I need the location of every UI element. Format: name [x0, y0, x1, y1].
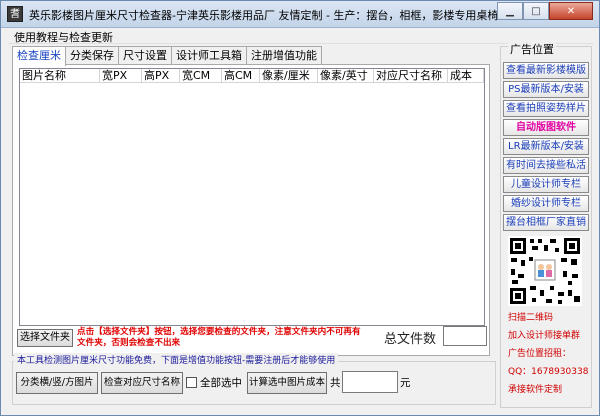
ad-info-custom-software: 承接软件定制	[508, 385, 563, 395]
ad-info-qq: QQ：1678930338	[508, 367, 589, 377]
currency-label: 元	[400, 377, 411, 389]
hint-text: 点击【选择文件夹】按钮，选择您要检查的文件夹，注意文件夹内不可再有文件夹，否则会…	[77, 327, 361, 348]
ad-panel-title: 广告位置	[508, 41, 556, 57]
ad-freelance-button[interactable]: 有时间去接些私活	[503, 157, 589, 174]
tab-panel-check-cm: 图片名称 宽PX 高PX 宽CM 高CM 像素/厘米 像素/英寸 对应尺寸名称 …	[12, 64, 490, 356]
ad-auto-layout-button[interactable]: 自动版图软件	[503, 119, 589, 136]
tab-register[interactable]: 注册增值功能	[246, 46, 322, 65]
tab-check-cm[interactable]: 检查厘米	[12, 46, 66, 66]
ad-info-for-rent: 广告位置招租：	[508, 349, 572, 359]
app-icon: 耆	[7, 6, 23, 22]
ad-poses-button[interactable]: 查看拍照姿势样片	[503, 100, 589, 117]
col-cost[interactable]: 成本	[448, 69, 484, 83]
image-list-table[interactable]: 图片名称 宽PX 高PX 宽CM 高CM 像素/厘米 像素/英寸 对应尺寸名称 …	[19, 68, 485, 326]
close-button[interactable]: ✕	[549, 2, 593, 20]
ad-kids-designer-button[interactable]: 儿童设计师专栏	[503, 176, 589, 193]
ad-ps-button[interactable]: PS最新版本/安装	[503, 81, 589, 98]
ad-info-join-group: 加入设计师接单群	[508, 331, 581, 341]
title-bar: 耆 英乐影楼图片厘米尺寸检查器-宁津英乐影楼用品厂 友情定制 - 生产：摆台，相…	[1, 1, 599, 28]
classify-orientation-button[interactable]: 分类横/竖/方图片	[16, 372, 98, 394]
ad-wedding-designer-button[interactable]: 婚纱设计师专栏	[503, 195, 589, 212]
tab-size-settings[interactable]: 尺寸设置	[118, 46, 172, 65]
window-title: 英乐影楼图片厘米尺寸检查器-宁津英乐影楼用品厂 友情定制 - 生产：摆台，相框，…	[29, 9, 499, 22]
col-px-per-inch[interactable]: 像素/英寸	[318, 69, 374, 83]
col-height-px[interactable]: 高PX	[142, 69, 180, 83]
col-px-per-cm[interactable]: 像素/厘米	[260, 69, 318, 83]
cost-total-field[interactable]	[342, 371, 398, 393]
calc-cost-button[interactable]: 计算选中图片成本	[247, 372, 327, 394]
tab-designer-toolbox[interactable]: 设计师工具箱	[171, 46, 247, 65]
col-height-cm[interactable]: 高CM	[222, 69, 260, 83]
col-width-cm[interactable]: 宽CM	[180, 69, 222, 83]
menu-help-update[interactable]: 使用教程与检查更新	[14, 29, 113, 45]
select-all-checkbox[interactable]	[186, 377, 197, 388]
table-header: 图片名称 宽PX 高PX 宽CM 高CM 像素/厘米 像素/英寸 对应尺寸名称 …	[20, 69, 484, 83]
tab-strip: 检查厘米 分类保存 尺寸设置 设计师工具箱 注册增值功能	[12, 46, 322, 66]
qr-code-image	[508, 236, 582, 306]
ad-templates-button[interactable]: 查看最新影楼模版	[503, 62, 589, 79]
tab-category-save[interactable]: 分类保存	[65, 46, 119, 65]
ad-info-scan-qr: 扫描二维码	[508, 313, 554, 323]
ad-lr-button[interactable]: LR最新版本/安装	[503, 138, 589, 155]
ad-frames-button[interactable]: 摆台相框厂家直销	[503, 214, 589, 231]
col-size-name[interactable]: 对应尺寸名称	[374, 69, 448, 83]
select-folder-button[interactable]: 选择文件夹	[17, 329, 73, 347]
maximize-button[interactable]: □	[523, 2, 549, 20]
col-width-px[interactable]: 宽PX	[100, 69, 142, 83]
total-files-label: 总文件数	[384, 332, 437, 347]
select-all-label[interactable]: 全部选中	[200, 375, 242, 390]
check-size-name-button[interactable]: 检查对应尺寸名称	[101, 372, 183, 394]
minimize-button[interactable]: ▁	[497, 2, 523, 20]
premium-group-title: 本工具检测图片厘米尺寸功能免费，下面是增值功能按钮-需要注册后才能够使用	[14, 353, 339, 366]
total-files-field	[443, 326, 487, 346]
col-image-name[interactable]: 图片名称	[20, 69, 100, 83]
total-prefix-label: 共	[330, 377, 341, 389]
menu-bar: 使用教程与检查更新	[8, 28, 594, 44]
